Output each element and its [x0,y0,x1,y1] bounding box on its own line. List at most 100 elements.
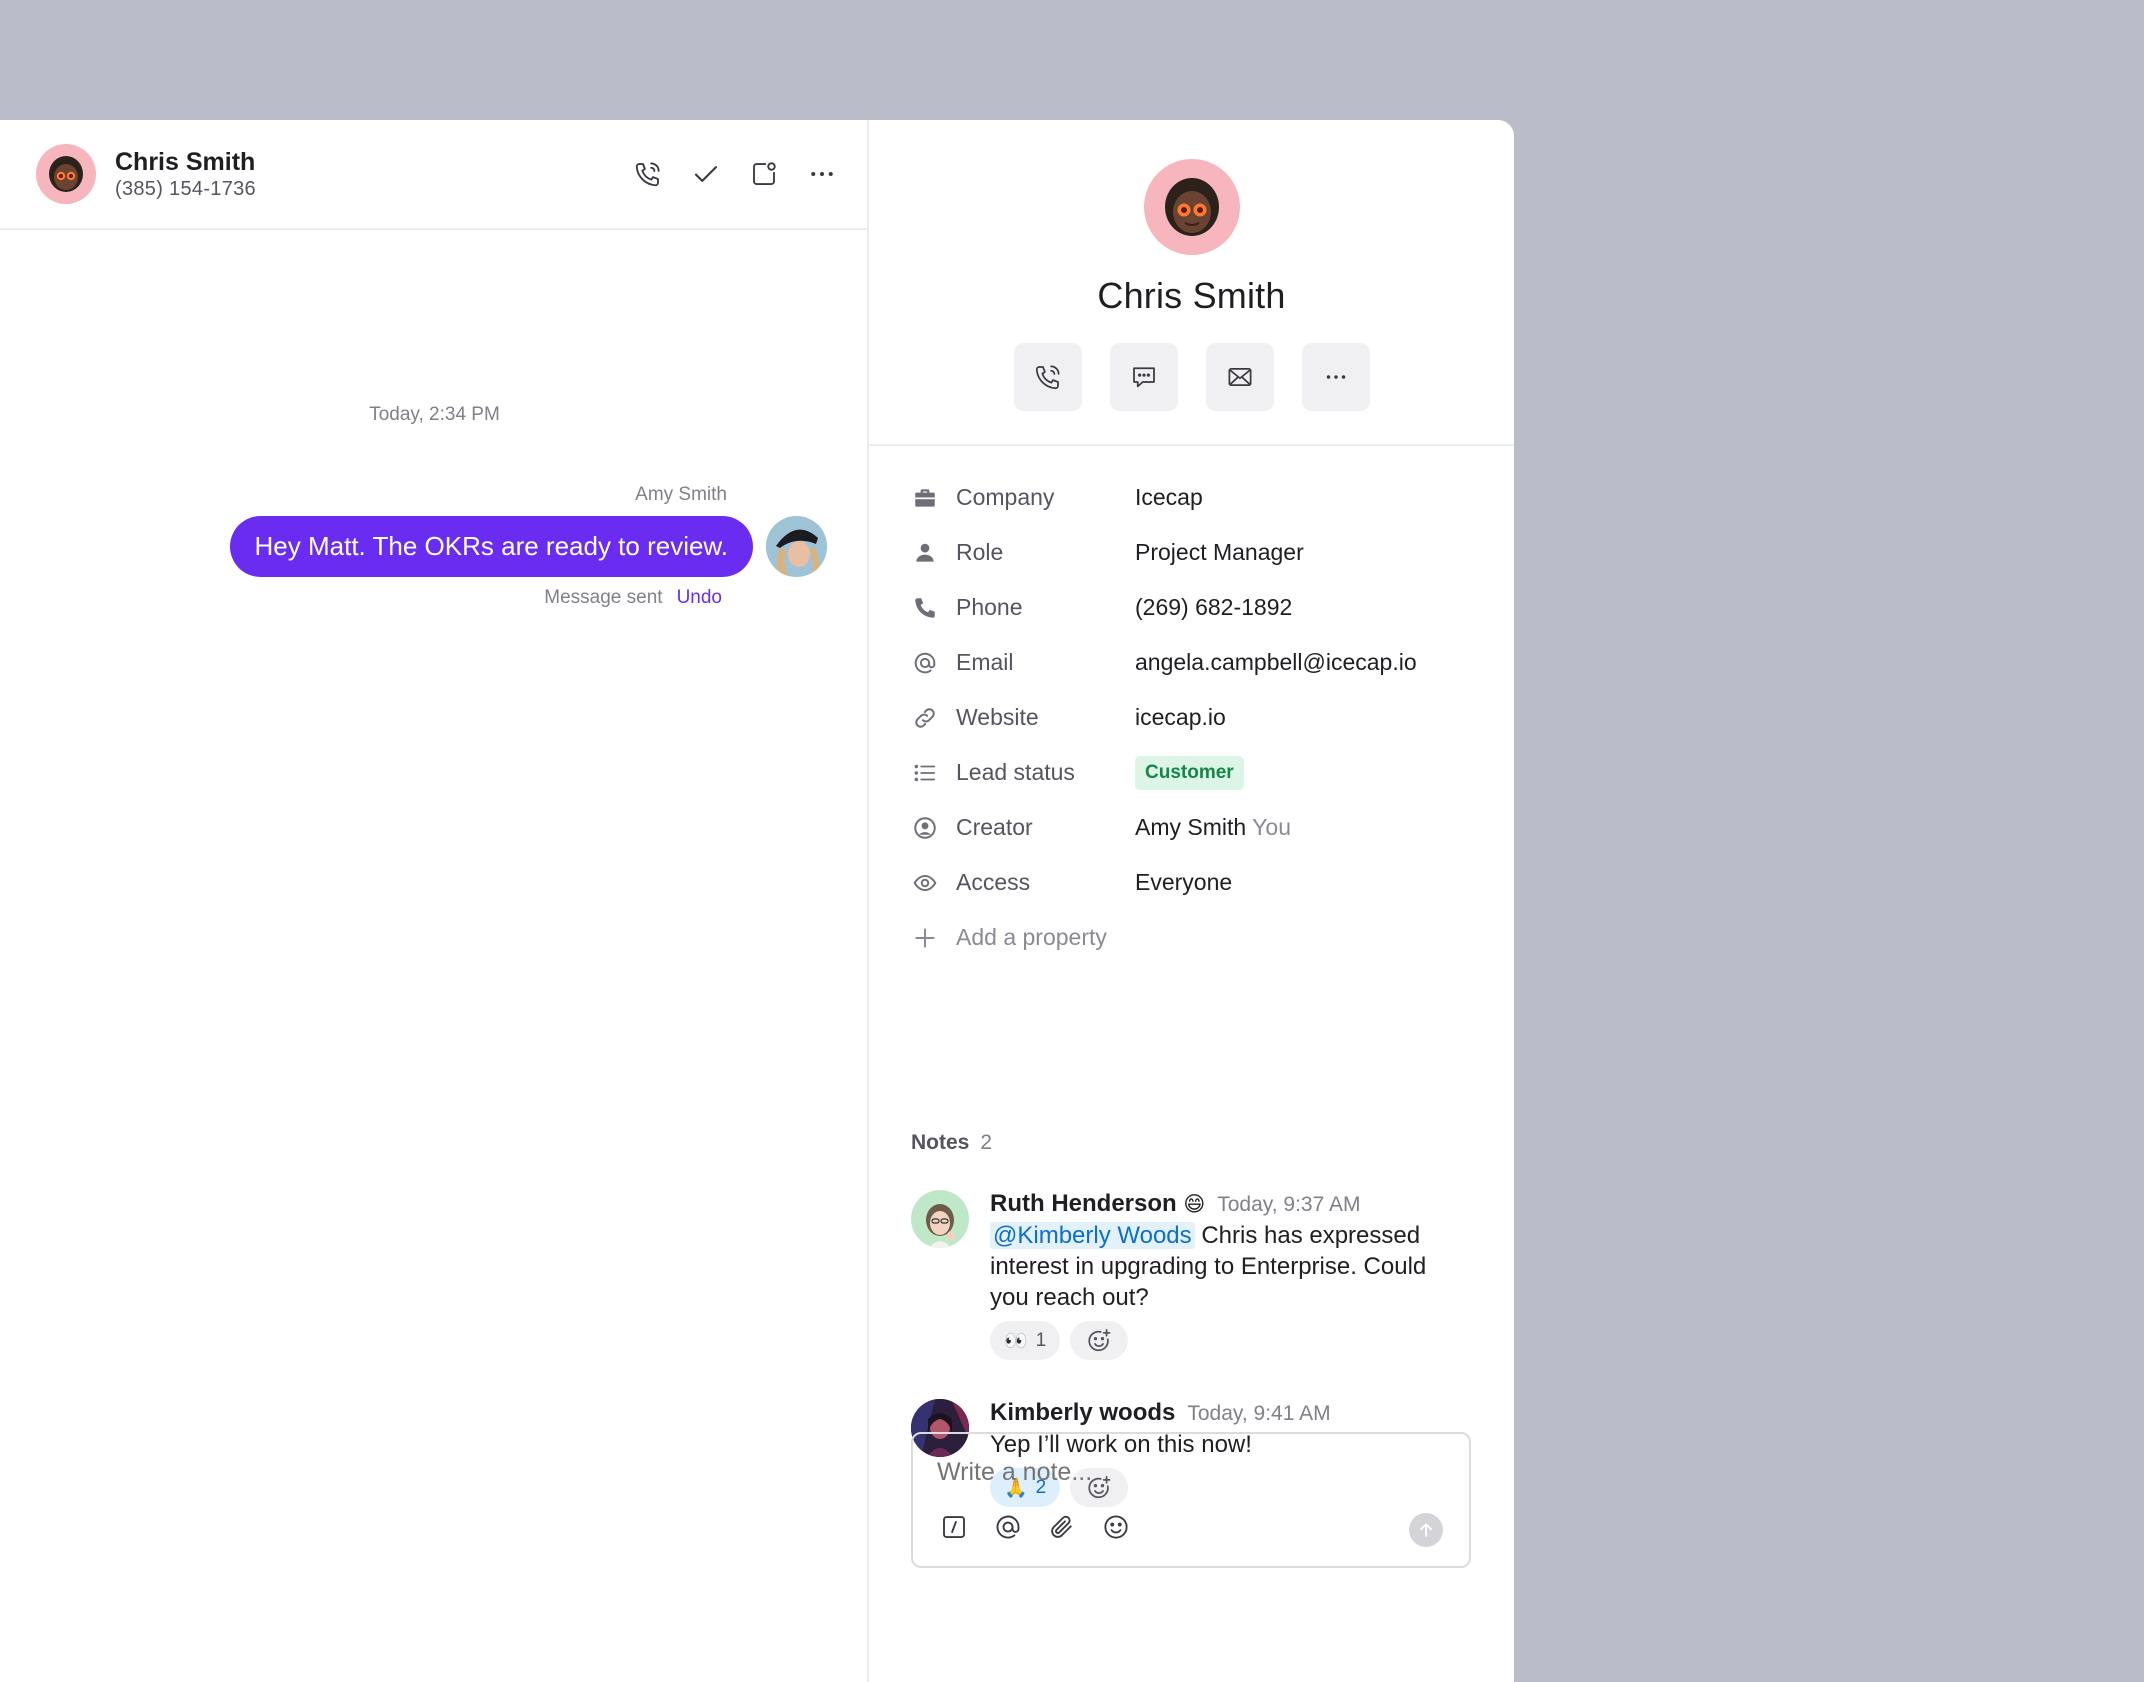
message-status: Message sent Undo [544,587,722,609]
person-icon [911,539,939,567]
call-button[interactable] [1013,343,1082,411]
sender-avatar [766,516,827,577]
phone-icon [1035,365,1059,390]
property-label: Creator [956,814,1033,840]
undo-link[interactable]: Undo [677,587,722,608]
notes-header: Notes 2 [911,1131,992,1155]
chat-panel: Chris Smith (385) 154-1736 Today, 2:34 P… [0,120,869,1682]
arrow-up-icon [1420,1523,1432,1537]
contact-info: Chris Smith (385) 154-1736 [115,147,256,201]
property-value: Icecap [1135,484,1203,510]
reaction-count: 1 [1035,1329,1047,1351]
lead-status-badge[interactable]: Customer [1135,755,1244,790]
send-button[interactable] [1409,1513,1443,1547]
emoji-icon[interactable] [1101,1512,1131,1542]
message-status-text: Message sent [544,587,663,608]
phone-icon [911,594,939,622]
note-meta: Kimberly woods Today, 9:41 AM [990,1399,1471,1429]
note-meta: Ruth Henderson 😄 Today, 9:37 AM [990,1190,1471,1220]
message-timestamp: Today, 2:34 PM [369,404,500,425]
property-lead-status[interactable]: Lead status Customer [911,745,1474,800]
property-company[interactable]: Company Icecap [911,470,1474,525]
notes-count: 2 [980,1131,993,1154]
briefcase-icon [911,484,939,512]
user-circle-icon [911,814,939,842]
contact-detail-panel: Chris Smith Company Icecap Role Project … [869,120,1514,1682]
note-time: Today, 9:41 AM [1187,1402,1331,1425]
list-icon [911,759,939,787]
note-text: @Kimberly Woods Chris has expressed inte… [990,1220,1471,1313]
property-value: Project Manager [1135,539,1304,565]
contact-phone: (385) 154-1736 [115,178,256,200]
properties-list: Company Icecap Role Project Manager Phon… [869,446,1514,965]
note-item: Ruth Henderson 😄 Today, 9:37 AM @Kimberl… [911,1190,1471,1360]
sender-name: Amy Smith [635,484,727,505]
property-label: Access [956,869,1031,895]
note-input[interactable] [937,1458,1417,1487]
plus-icon [911,924,939,952]
contact-avatar[interactable] [36,144,96,204]
reaction-chip[interactable]: 👀 1 [990,1321,1061,1360]
more-button[interactable] [1301,343,1370,411]
property-label: Role [956,539,1004,565]
link-icon [911,704,939,732]
property-value: (269) 682-1892 [1135,594,1293,620]
more-icon[interactable] [807,159,837,189]
author-emoji: 😄 [1183,1193,1206,1216]
note-time: Today, 9:37 AM [1217,1193,1361,1216]
property-email[interactable]: Email angela.campbell@icecap.io [911,635,1474,690]
notes-title: Notes [911,1131,970,1154]
note-author: Kimberly woods [990,1399,1176,1426]
note-body: Ruth Henderson 😄 Today, 9:37 AM @Kimberl… [990,1190,1471,1360]
chat-header-actions [633,159,837,189]
property-value: icecap.io [1135,704,1226,730]
property-phone[interactable]: Phone (269) 682-1892 [911,580,1474,635]
phone-icon[interactable] [633,159,663,189]
note-author-name: Ruth Henderson [990,1190,1177,1217]
mention-tag[interactable]: @Kimberly Woods [990,1222,1195,1249]
property-label: Email [956,649,1014,675]
profile-header: Chris Smith [869,120,1514,446]
profile-name: Chris Smith [1097,275,1286,316]
composer-toolbar [939,1512,1131,1542]
contact-name: Chris Smith [115,148,256,176]
note-author-avatar [911,1190,969,1248]
mention-icon[interactable] [993,1512,1023,1542]
mail-icon [1228,368,1251,386]
message-button[interactable] [1109,343,1178,411]
open-panel-icon[interactable] [749,159,779,189]
check-icon[interactable] [691,159,721,189]
note-composer [911,1432,1471,1568]
email-button[interactable] [1205,343,1274,411]
property-access[interactable]: Access Everyone [911,855,1474,910]
property-label: Phone [956,594,1023,620]
chat-header: Chris Smith (385) 154-1736 [0,120,867,230]
paperclip-icon[interactable] [1047,1512,1077,1542]
property-website[interactable]: Website icecap.io [911,690,1474,745]
at-sign-icon [911,649,939,677]
note-author: Ruth Henderson 😄 [990,1190,1205,1218]
property-role[interactable]: Role Project Manager [911,525,1474,580]
property-creator[interactable]: Creator Amy Smith You [911,800,1474,855]
property-label: Company [956,484,1055,510]
eyes-emoji: 👀 [1004,1330,1028,1352]
add-reaction-button[interactable] [1070,1321,1129,1360]
app-window: Chris Smith (385) 154-1736 Today, 2:34 P… [0,120,1514,1682]
slash-command-icon[interactable] [939,1512,969,1542]
property-value: angela.campbell@icecap.io [1135,649,1417,675]
creator-name: Amy Smith [1135,814,1247,840]
profile-actions [1013,343,1370,411]
property-label: Website [956,704,1039,730]
property-value: Amy Smith You [1135,814,1291,841]
add-property-button[interactable]: Add a property [911,910,1474,965]
chat-icon [1132,367,1155,388]
add-emoji-icon [1088,1328,1111,1351]
property-label: Lead status [956,759,1075,785]
property-value: Everyone [1135,869,1233,895]
reaction-bar: 👀 1 [990,1321,1471,1360]
add-property-label: Add a property [956,924,1107,950]
eye-icon [911,869,939,897]
message-bubble[interactable]: Hey Matt. The OKRs are ready to review. [229,516,753,577]
profile-avatar [1143,159,1240,255]
more-icon [1326,375,1345,379]
